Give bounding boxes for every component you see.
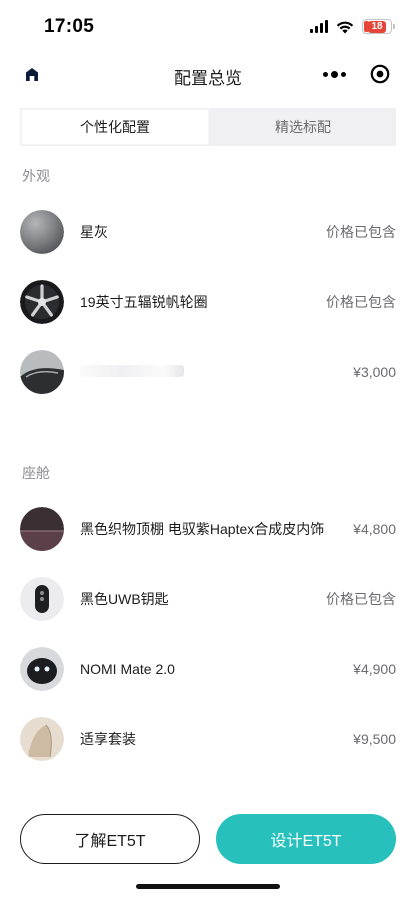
config-tabs: 个性化配置 精选标配 (20, 108, 396, 146)
nav-bar: 配置总览 (0, 56, 416, 94)
tab-standard[interactable]: 精选标配 (210, 108, 396, 146)
item-price: 价格已包含 (326, 224, 396, 240)
item-name: 19英寸五辐锐帆轮圈 (80, 294, 208, 310)
nomi-thumbnail (20, 647, 64, 691)
status-bar: 17:05 18 (0, 0, 416, 56)
section-title-exterior: 外观 (22, 168, 50, 184)
wheel-thumbnail (20, 280, 64, 324)
item-name: 黑色UWB钥匙 (80, 591, 169, 607)
item-name: NOMI Mate 2.0 (80, 661, 175, 677)
key-thumbnail (20, 577, 64, 621)
item-price: ¥4,900 (353, 661, 396, 677)
item-price: 价格已包含 (326, 591, 396, 607)
battery-level: 18 (368, 20, 386, 33)
mini-program-capsule (312, 58, 402, 90)
item-price: ¥9,500 (353, 731, 396, 747)
interior-thumbnail (20, 507, 64, 551)
item-name: 适享套装 (80, 731, 136, 747)
wifi-icon (336, 21, 354, 33)
list-item[interactable]: 星灰 价格已包含 (20, 209, 396, 255)
item-price: ¥3,000 (353, 364, 396, 380)
item-name: 黑色织物顶棚 电驭紫Haptex合成皮内饰 (80, 521, 325, 537)
list-item[interactable]: 19英寸五辐锐帆轮圈 价格已包含 (20, 279, 396, 325)
roof-thumbnail (20, 350, 64, 394)
bottom-action-bar: 了解ET5T 设计ET5T (20, 814, 396, 864)
paint-thumbnail (20, 210, 64, 254)
tab-personalized[interactable]: 个性化配置 (22, 110, 208, 144)
list-item[interactable]: ¥3,000 (20, 349, 396, 395)
signal-icon (310, 20, 328, 33)
item-name: 星灰 (80, 224, 108, 240)
list-item[interactable]: NOMI Mate 2.0 ¥4,900 (20, 646, 396, 692)
home-indicator (136, 884, 280, 889)
item-price: ¥4,800 (353, 521, 396, 537)
list-item[interactable]: 黑色UWB钥匙 价格已包含 (20, 576, 396, 622)
target-icon (370, 64, 389, 84)
section-title-cabin: 座舱 (22, 465, 50, 481)
more-button[interactable] (312, 58, 357, 90)
seat-thumbnail (20, 717, 64, 761)
item-name-redacted (80, 364, 347, 380)
list-item[interactable]: 黑色织物顶棚 电驭紫Haptex合成皮内饰 ¥4,800 (20, 506, 396, 552)
status-time: 17:05 (44, 16, 95, 37)
status-icons: 18 (310, 19, 395, 34)
learn-more-button[interactable]: 了解ET5T (20, 814, 200, 864)
list-item[interactable]: 适享套装 ¥9,500 (20, 716, 396, 762)
more-icon (323, 71, 328, 77)
battery-icon: 18 (362, 19, 395, 34)
item-price: 价格已包含 (326, 294, 396, 310)
design-car-button[interactable]: 设计ET5T (216, 814, 396, 864)
close-mini-program-button[interactable] (357, 58, 402, 90)
